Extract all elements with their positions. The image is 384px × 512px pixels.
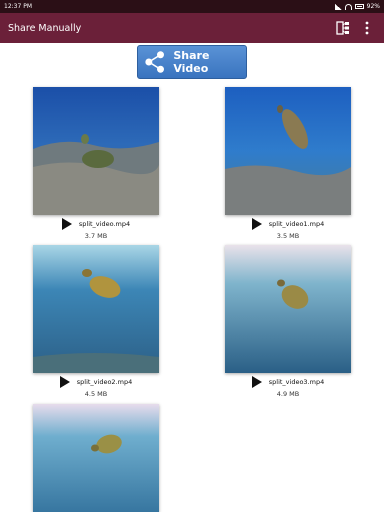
play-icon[interactable] xyxy=(251,376,262,388)
video-filename: split_video.mp4 xyxy=(78,220,131,228)
video-filesize: 4.9 MB xyxy=(276,390,300,398)
share-video-button[interactable]: Share Video xyxy=(137,45,247,79)
video-filename: split_video3.mp4 xyxy=(268,378,325,386)
play-icon[interactable] xyxy=(251,218,262,230)
video-thumbnail[interactable] xyxy=(225,245,351,373)
video-filesize: 3.7 MB xyxy=(84,232,108,240)
video-thumbnail[interactable] xyxy=(33,245,159,373)
turtle-surface-image xyxy=(33,404,159,512)
turtle-seafloor-image xyxy=(33,87,159,215)
video-filename: split_video2.mp4 xyxy=(76,378,133,386)
page-title: Share Manually xyxy=(8,22,82,34)
video-thumbnail[interactable] xyxy=(33,87,159,215)
video-item[interactable] xyxy=(33,404,159,512)
video-thumbnail[interactable] xyxy=(33,404,159,512)
overflow-menu-button[interactable] xyxy=(358,19,376,37)
share-video-label: Share Video xyxy=(173,49,210,75)
video-meta: split_video1.mp4 xyxy=(225,217,351,231)
turtle-swimming-image xyxy=(33,245,159,373)
more-vert-icon xyxy=(365,21,369,35)
turtle-sunlight-image xyxy=(225,245,351,373)
split-list-button[interactable] xyxy=(334,19,352,37)
video-item[interactable]: split_video3.mp4 4.9 MB xyxy=(225,245,351,398)
video-item[interactable]: split_video2.mp4 4.5 MB xyxy=(33,245,159,398)
video-filesize: 4.5 MB xyxy=(84,390,108,398)
play-icon[interactable] xyxy=(61,218,72,230)
video-filesize: 3.5 MB xyxy=(276,232,300,240)
video-meta: split_video3.mp4 xyxy=(225,375,351,389)
status-time: 12:37 PM xyxy=(4,3,32,10)
share-icon xyxy=(145,51,164,73)
video-item[interactable]: split_video1.mp4 3.5 MB xyxy=(225,87,351,240)
split-list-icon xyxy=(336,21,349,35)
play-icon[interactable] xyxy=(59,376,70,388)
app-bar: Share Manually xyxy=(0,13,384,43)
status-bar: 12:37 PM 92% xyxy=(0,0,384,13)
video-filename: split_video1.mp4 xyxy=(268,220,325,228)
video-item[interactable]: split_video.mp4 3.7 MB xyxy=(33,87,159,240)
video-meta: split_video.mp4 xyxy=(33,217,159,231)
battery-icon xyxy=(354,4,364,9)
wifi-icon xyxy=(344,3,352,10)
status-icons: 92% xyxy=(334,3,380,10)
battery-percent: 92% xyxy=(366,3,380,10)
signal-icon xyxy=(334,3,342,10)
video-meta: split_video2.mp4 xyxy=(33,375,159,389)
video-thumbnail[interactable] xyxy=(225,87,351,215)
turtle-reef-image xyxy=(225,87,351,215)
